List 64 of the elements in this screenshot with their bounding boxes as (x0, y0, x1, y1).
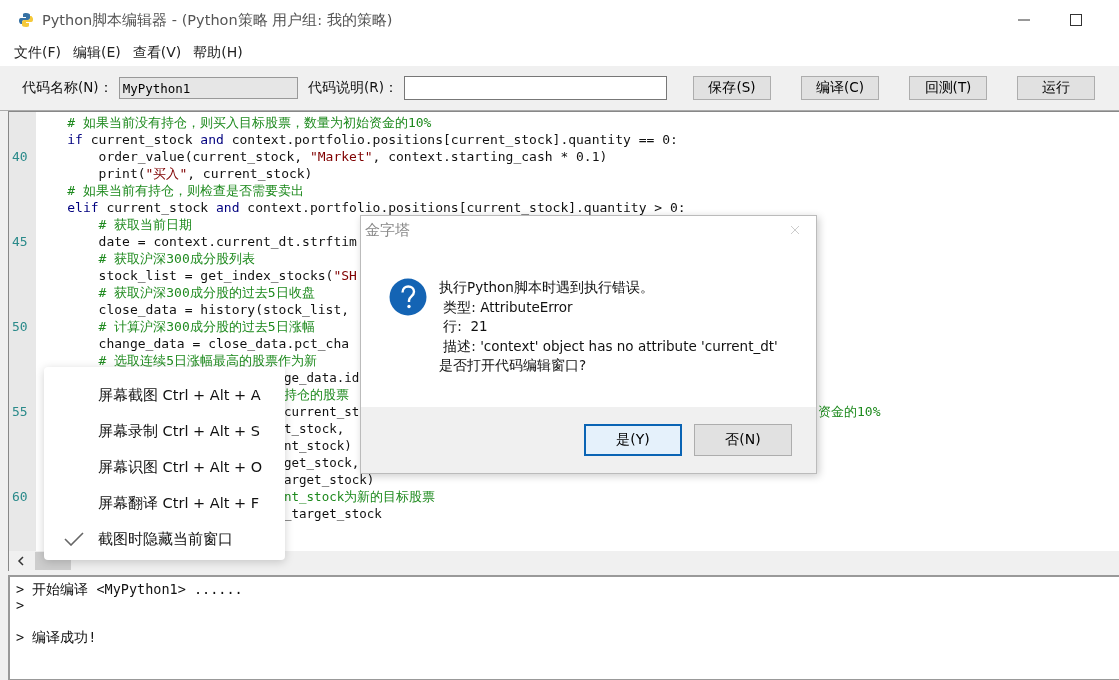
code-line: stock_list = get_index_stocks("SH (97, 267, 357, 284)
menu-item[interactable]: 编辑(E) (73, 44, 121, 62)
scroll-left-icon[interactable] (15, 555, 27, 567)
line-number: 55 (11, 403, 28, 420)
context-menu-item[interactable]: 屏幕截图 Ctrl + Alt + A (44, 377, 285, 413)
code-line: # 选取连续5日涨幅最高的股票作为新 (97, 352, 318, 369)
code-line: # 如果当前有持仓，则检查是否需要卖出 (66, 182, 304, 199)
window-title: Python脚本编辑器 - (Python策略 用户组: 我的策略) (42, 10, 394, 30)
maximize-icon[interactable] (1069, 13, 1083, 27)
code-line: nt_stock) (284, 437, 352, 454)
toolbar-button[interactable]: 回测(T) (909, 76, 987, 100)
dialog-button[interactable]: 否(N) (694, 424, 792, 456)
line-number: 45 (11, 233, 28, 250)
output-line: > (16, 597, 25, 613)
line-number: 60 (11, 488, 28, 505)
code-line: change_data = close_data.pct_cha (97, 335, 350, 352)
app-icon (18, 12, 34, 28)
code-line: order_value(current_stock, "Market", context.starting_cash * 0.1) (97, 148, 608, 165)
context-menu-item[interactable]: 屏幕翻译 Ctrl + Alt + F (44, 485, 285, 521)
code-line: get_stock, (284, 454, 360, 471)
code-line: elif current_stock and context.portfolio.positions[current_stock].quantity > 0: (66, 199, 686, 216)
code-line: date = context.current_dt.strftim (97, 233, 357, 250)
output-line: > 编译成功! (16, 629, 97, 645)
code-line: current_st (284, 403, 360, 420)
dialog-message: 是否打开代码编辑窗口? (439, 356, 588, 375)
code-line: 资金的10% (818, 403, 881, 420)
field-label: 代码名称(N)： (22, 79, 113, 97)
toolbar-button[interactable]: 保存(S) (693, 76, 771, 100)
description-field[interactable] (403, 76, 667, 100)
output-line: > 开始编译 <MyPython1> ...... (16, 581, 243, 597)
context-menu-item[interactable]: 屏幕录制 Ctrl + Alt + S (44, 413, 285, 449)
check-icon (64, 532, 84, 546)
dialog-message: 行: 21 (442, 317, 489, 336)
context-menu-item[interactable]: 截图时隐藏当前窗口 (44, 521, 285, 557)
name-field[interactable]: MyPython1 (118, 77, 298, 99)
question-icon (389, 278, 427, 316)
menu-item[interactable]: 查看(V) (132, 44, 182, 62)
dialog-message: 类型: AttributeError (442, 297, 574, 317)
code-line: # 获取沪深300成分股列表 (97, 250, 255, 267)
code-line: ge_data.id (284, 369, 360, 386)
code-line: _target_stock (284, 505, 382, 522)
dialog-button[interactable]: 是(Y) (584, 424, 682, 456)
code-line: nt_stock为新的目标股票 (284, 488, 436, 505)
code-line: # 如果当前没有持仓，则买入目标股票，数量为初始资金的10% (66, 114, 432, 131)
dialog-message: 描述: 'context' object has no attribute 'current_dt' (442, 336, 778, 356)
toolbar-button[interactable]: 运行 (1017, 76, 1095, 100)
code-line: # 获取沪深300成分股的过去5日收盘 (97, 284, 315, 301)
code-line: t_stock, (284, 420, 345, 437)
code-line: # 获取当前日期 (97, 216, 193, 233)
line-number: 40 (11, 148, 28, 165)
context-menu-item[interactable]: 屏幕识图 Ctrl + Alt + O (44, 449, 285, 485)
toolbar-button[interactable]: 编译(C) (801, 76, 879, 100)
code-line: close_data = history(stock_list, (97, 301, 350, 318)
menu-item[interactable]: 文件(F) (14, 44, 61, 62)
menu-item[interactable]: 帮助(H) (193, 44, 243, 62)
field-label: 代码说明(R)： (308, 79, 398, 97)
code-line: arget_stock) (284, 471, 375, 488)
code-line: 持仓的股票 (284, 386, 349, 403)
dialog-message: 执行Python脚本时遇到执行错误。 (439, 278, 655, 297)
code-line: if current_stock and context.portfolio.positions[current_stock].quantity == 0: (66, 131, 678, 148)
line-number: 50 (11, 318, 28, 335)
code-line: # 计算沪深300成分股的过去5日涨幅 (97, 318, 315, 335)
code-line: print("买入", current_stock) (97, 165, 313, 182)
dialog-title: 金字塔 (365, 220, 411, 240)
